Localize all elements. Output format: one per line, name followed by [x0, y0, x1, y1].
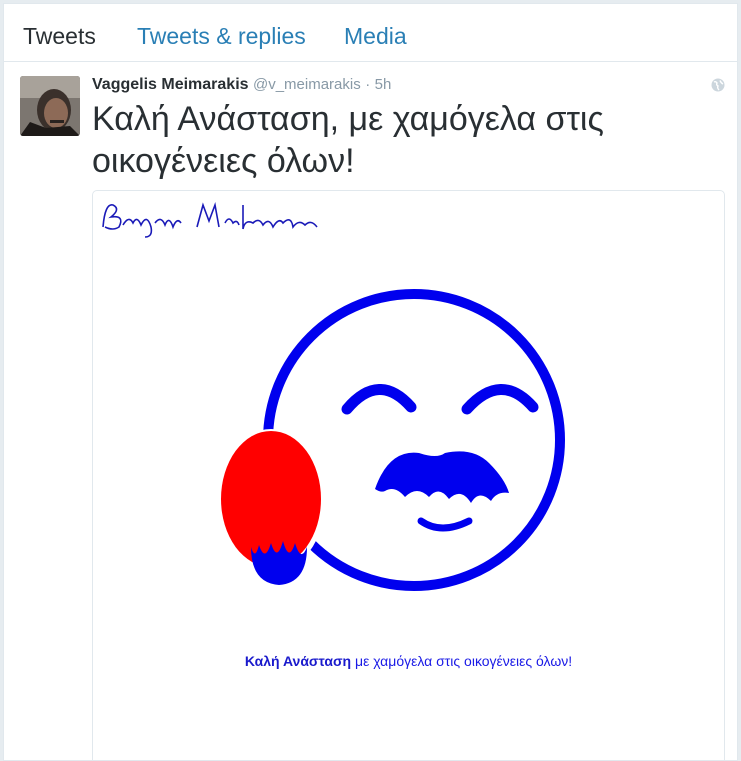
separator: ·: [365, 76, 371, 93]
tab-tweets[interactable]: Tweets: [23, 22, 96, 50]
tweet-media-image[interactable]: Καλή Ανάσταση με χαμόγελα στις οικογένει…: [92, 190, 725, 760]
tweet-header: Vaggelis Meimarakis @v_meimarakis · 5h: [92, 75, 391, 95]
handwritten-signature: [102, 202, 318, 238]
caption-bold: Καλή Ανάσταση: [244, 653, 352, 669]
user-handle[interactable]: @v_meimarakis: [253, 76, 361, 93]
tab-media[interactable]: Media: [344, 22, 407, 50]
caption-rest: με χαμόγελα στις οικογένειες όλων!: [351, 653, 573, 669]
avatar[interactable]: [20, 76, 80, 136]
tweet-text: Καλή Ανάσταση, με χαμόγελα στις οικογένε…: [92, 100, 604, 180]
profile-tabs: Tweets Tweets & replies Media: [4, 4, 737, 62]
tweet[interactable]: Vaggelis Meimarakis @v_meimarakis · 5h Κ…: [4, 62, 737, 760]
user-name[interactable]: Vaggelis Meimarakis: [92, 76, 249, 93]
tab-tweets-replies[interactable]: Tweets & replies: [137, 22, 306, 50]
profile-timeline: Tweets Tweets & replies Media Vaggelis M…: [3, 3, 738, 761]
image-caption: Καλή Ανάσταση με χαμόγελα στις οικογένει…: [93, 653, 724, 669]
timestamp[interactable]: 5h: [375, 76, 392, 93]
globe-icon: [711, 78, 725, 92]
avatar-photo: [20, 76, 80, 136]
easter-smiley-illustration: [217, 289, 565, 591]
